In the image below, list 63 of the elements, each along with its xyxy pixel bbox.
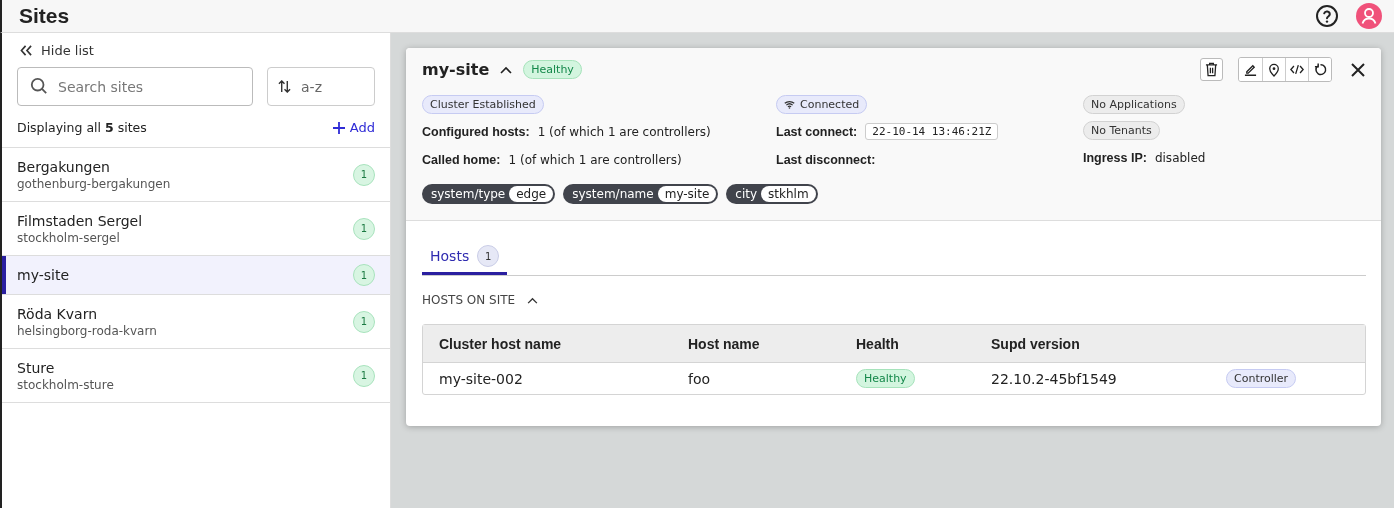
field-label: Configured hosts: <box>422 124 530 139</box>
trash-icon <box>1205 62 1218 77</box>
sort-dropdown[interactable]: a-z <box>267 67 375 106</box>
section-heading: HOSTS ON SITE <box>422 293 516 307</box>
health-badge: Healthy <box>856 369 915 388</box>
site-list-item[interactable]: Röda Kvarn helsingborg-roda-kvarn 1 <box>2 294 390 348</box>
site-count-text: Displaying all 5 sites <box>17 120 147 135</box>
field-value: 1 (of which 1 are controllers) <box>537 124 711 139</box>
site-list-item[interactable]: Sture stockholm-sture 1 <box>2 348 390 403</box>
column-header: Host name <box>688 335 761 352</box>
label-tag: city stkhlm <box>726 184 818 204</box>
chevron-icon[interactable] <box>527 296 539 304</box>
field-label: Called home: <box>422 152 501 167</box>
refresh-icon <box>1313 63 1327 76</box>
code-icon <box>1290 64 1304 75</box>
search-icon <box>30 77 48 95</box>
status-badge: Connected <box>776 95 868 114</box>
column-header: Cluster host name <box>439 335 563 352</box>
status-badge: Cluster Established <box>422 95 544 114</box>
pencil-icon <box>1244 63 1257 76</box>
user-avatar-icon[interactable] <box>1356 3 1382 29</box>
location-pin-button[interactable] <box>1262 58 1285 81</box>
table-cell-text: foo <box>688 370 712 387</box>
host-count-badge: 1 <box>353 364 375 387</box>
table-cell-text: my-site-002 <box>439 370 524 387</box>
plus-icon <box>332 121 345 134</box>
column-header: Supd version <box>991 335 1081 352</box>
field-label: Last connect: <box>776 124 858 139</box>
site-list-item[interactable]: my-site 1 <box>2 255 390 294</box>
table-cell-text: 22.10.2-45bf1549 <box>991 370 1118 387</box>
search-field[interactable]: Search sites <box>17 67 253 106</box>
status-badge: No Tenants <box>1083 121 1160 140</box>
double-chevron-left-icon <box>20 45 33 56</box>
wifi-icon <box>784 100 795 109</box>
host-count-badge: 1 <box>353 217 375 240</box>
refresh-button[interactable] <box>1308 58 1331 81</box>
hosts-tab[interactable]: Hosts 1 <box>422 243 508 275</box>
status-badge: No Applications <box>1083 95 1185 114</box>
role-badge: Controller <box>1226 369 1297 388</box>
edit-button[interactable] <box>1239 58 1262 81</box>
label-tag: system/name my-site <box>563 184 719 204</box>
page-title: Sites <box>19 4 70 28</box>
delete-button[interactable] <box>1200 58 1223 81</box>
label-tag: system/type edge <box>422 184 556 204</box>
site-list-item[interactable]: Bergakungen gothenburg-bergakungen 1 <box>2 147 390 201</box>
column-header: Health <box>856 335 900 352</box>
help-icon[interactable] <box>1315 4 1339 28</box>
location-pin-icon <box>1268 62 1280 77</box>
add-site-button[interactable]: Add <box>332 120 375 135</box>
host-count-badge: 1 <box>353 310 375 333</box>
chevron-icon[interactable] <box>500 65 513 74</box>
field-value: disabled <box>1154 150 1206 165</box>
timestamp-value: 22-10-14 13:46:21Z <box>865 123 999 140</box>
field-label: Last disconnect: <box>776 152 876 167</box>
health-badge: Healthy <box>523 60 582 79</box>
host-count-badge: 1 <box>353 163 375 186</box>
field-label: Ingress IP: <box>1083 150 1147 165</box>
code-button[interactable] <box>1285 58 1308 81</box>
field-value: 1 (of which 1 are controllers) <box>508 152 682 167</box>
sort-arrows-icon <box>278 80 291 93</box>
site-title: my-site <box>422 60 490 79</box>
hide-list-button[interactable]: Hide list <box>20 43 94 58</box>
host-count-badge: 1 <box>353 264 375 286</box>
